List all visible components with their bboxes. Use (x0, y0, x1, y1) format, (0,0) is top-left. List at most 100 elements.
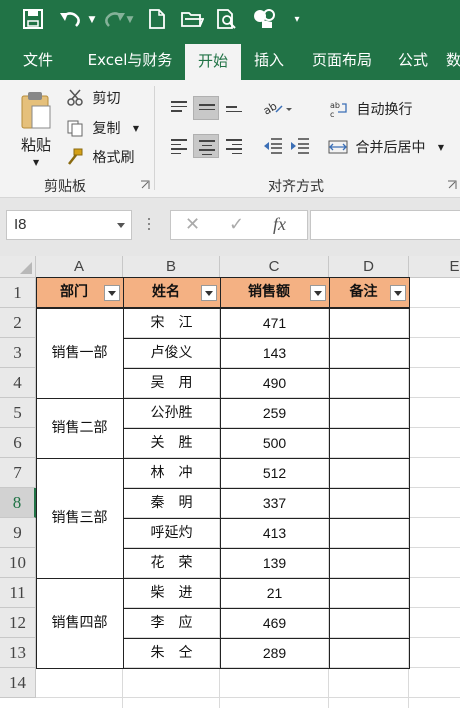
cancel-icon[interactable]: ✕ (185, 214, 200, 235)
sales-cell[interactable]: 21 (220, 578, 329, 608)
wrap-text-button[interactable]: ab c 自动换行 (330, 99, 412, 119)
sales-cell[interactable]: 512 (220, 458, 329, 488)
sales-cell[interactable]: 469 (220, 608, 329, 638)
align-bottom-icon (226, 106, 242, 115)
name-box-dropdown-icon[interactable] (117, 223, 125, 228)
department-cell[interactable]: 销售四部 (36, 578, 123, 668)
align-right-button[interactable] (221, 134, 247, 158)
name-cell[interactable]: 呼延灼 (123, 518, 220, 548)
increase-indent-button[interactable] (287, 134, 313, 158)
tab-file[interactable]: 文件 (10, 40, 66, 80)
filter-dropdown-icon[interactable] (390, 285, 406, 301)
redo-dropdown-icon[interactable]: ▼ (125, 8, 135, 32)
name-cell[interactable]: 公孙胜 (123, 398, 220, 428)
header-name-cell[interactable]: 姓名 (123, 277, 221, 308)
formula-input[interactable] (310, 210, 460, 240)
row-header[interactable]: 1 (0, 278, 36, 308)
column-header-c[interactable]: C (220, 256, 329, 278)
name-cell[interactable]: 吴 用 (123, 368, 220, 398)
sales-cell[interactable]: 413 (220, 518, 329, 548)
merge-dropdown-icon[interactable]: ▼ (438, 143, 444, 152)
format-painter-button[interactable]: 格式刷 (66, 147, 134, 167)
header-department-cell[interactable]: 部门 (36, 277, 124, 308)
row-header[interactable]: 5 (0, 398, 36, 428)
cut-button[interactable]: 剪切 (66, 88, 120, 108)
touch-mode-icon[interactable] (252, 8, 280, 32)
paste-dropdown-icon[interactable]: ▼ (33, 158, 39, 167)
row-header[interactable]: 12 (0, 608, 36, 638)
enter-icon[interactable]: ✓ (229, 214, 244, 235)
clipboard-launcher-icon[interactable] (140, 180, 150, 190)
customize-qat-icon[interactable]: ▾ (290, 8, 304, 32)
department-cell[interactable]: 销售二部 (36, 398, 123, 458)
sales-cell[interactable]: 289 (220, 638, 329, 668)
align-middle-button[interactable] (193, 96, 219, 120)
column-header-d[interactable]: D (329, 256, 409, 278)
orientation-button[interactable]: ab (260, 96, 296, 120)
name-cell[interactable]: 卢俊义 (123, 338, 220, 368)
tab-insert[interactable]: 插入 (246, 40, 292, 80)
copy-button[interactable]: 复制 ▼ (66, 118, 139, 138)
name-cell[interactable]: 宋 江 (123, 308, 220, 338)
align-center-button[interactable] (193, 134, 219, 158)
row-header[interactable]: 9 (0, 518, 36, 548)
name-cell[interactable]: 柴 进 (123, 578, 220, 608)
filter-dropdown-icon[interactable] (104, 285, 120, 301)
undo-icon[interactable] (58, 8, 88, 32)
save-icon[interactable] (22, 8, 48, 32)
department-cell[interactable]: 销售一部 (36, 308, 123, 398)
name-cell[interactable]: 关 胜 (123, 428, 220, 458)
print-preview-icon[interactable] (216, 8, 240, 32)
name-cell[interactable]: 林 冲 (123, 458, 220, 488)
row-header[interactable]: 4 (0, 368, 36, 398)
sales-cell[interactable]: 259 (220, 398, 329, 428)
row-header[interactable]: 14 (0, 668, 36, 698)
decrease-indent-button[interactable] (260, 134, 286, 158)
row-header[interactable]: 6 (0, 428, 36, 458)
sales-cell[interactable]: 490 (220, 368, 329, 398)
department-cell[interactable]: 销售三部 (36, 458, 123, 578)
new-file-icon[interactable] (148, 8, 170, 32)
sales-cell[interactable]: 500 (220, 428, 329, 458)
resize-handle-icon[interactable] (148, 218, 151, 233)
row-header[interactable]: 8 (0, 488, 36, 518)
sales-cell[interactable]: 139 (220, 548, 329, 578)
name-cell[interactable]: 花 荣 (123, 548, 220, 578)
tab-excel-finance[interactable]: Excel与财务 (80, 40, 180, 80)
open-folder-icon[interactable] (180, 8, 206, 32)
name-cell[interactable]: 朱 仝 (123, 638, 220, 668)
header-sales-cell[interactable]: 销售额 (220, 277, 330, 308)
tab-home[interactable]: 开始 (185, 44, 241, 80)
header-remarks-cell[interactable]: 备注 (329, 277, 410, 308)
column-header-b[interactable]: B (123, 256, 220, 278)
sales-cell[interactable]: 471 (220, 308, 329, 338)
row-header[interactable]: 13 (0, 638, 36, 668)
insert-function-icon[interactable]: fx (273, 214, 286, 235)
alignment-launcher-icon[interactable] (447, 180, 457, 190)
row-header[interactable]: 11 (0, 578, 36, 608)
select-all-button[interactable] (0, 256, 36, 278)
name-cell[interactable]: 李 应 (123, 608, 220, 638)
align-top-button[interactable] (166, 96, 192, 120)
tab-formulas[interactable]: 公式 (390, 40, 436, 80)
row-header[interactable]: 10 (0, 548, 36, 578)
merge-center-button[interactable]: 合并后居中 ▼ (328, 137, 444, 157)
row-header[interactable]: 7 (0, 458, 36, 488)
filter-dropdown-icon[interactable] (310, 285, 326, 301)
align-bottom-button[interactable] (221, 96, 247, 120)
sales-cell[interactable]: 337 (220, 488, 329, 518)
name-cell[interactable]: 秦 明 (123, 488, 220, 518)
paste-button[interactable]: 粘贴 ▼ (14, 86, 56, 182)
undo-dropdown-icon[interactable]: ▼ (87, 8, 97, 32)
row-header[interactable]: 3 (0, 338, 36, 368)
name-box[interactable]: I8 (6, 210, 132, 240)
column-header-e[interactable]: E (409, 256, 460, 278)
sales-cell[interactable]: 143 (220, 338, 329, 368)
filter-dropdown-icon[interactable] (201, 285, 217, 301)
tab-page-layout[interactable]: 页面布局 (304, 40, 380, 80)
copy-dropdown-icon[interactable]: ▼ (133, 124, 139, 133)
column-header-a[interactable]: A (36, 256, 123, 278)
tab-data[interactable]: 数 (446, 40, 460, 80)
align-left-button[interactable] (166, 134, 192, 158)
row-header[interactable]: 2 (0, 308, 36, 338)
